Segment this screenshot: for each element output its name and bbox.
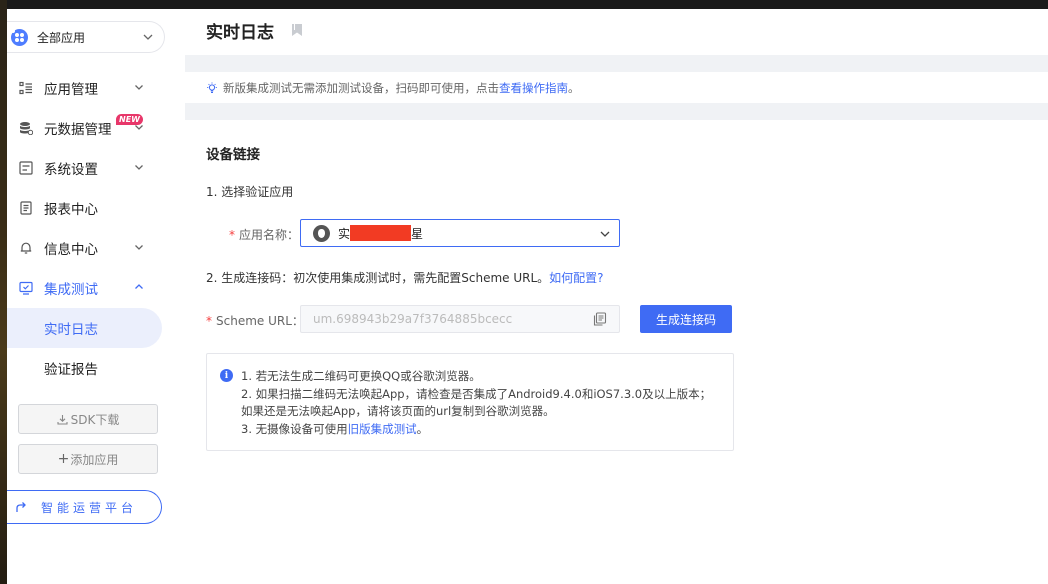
smart-ops-platform-label: 智能运营平台 <box>41 500 138 515</box>
sidebar-item-integration-test[interactable]: 集成测试 <box>7 268 185 308</box>
chevron-down-icon <box>143 34 153 40</box>
sidebar-item-label: 集成测试 <box>44 282 98 298</box>
info-line-4: 3. 无摄像设备可使用旧版集成测试。 <box>241 421 711 439</box>
scheme-url-field[interactable]: um.698943b29a7f3764885bcecc <box>300 305 620 333</box>
app-name-prefix: 实 <box>338 226 351 241</box>
sidebar-item-app-management[interactable]: 应用管理 <box>7 68 185 108</box>
top-strip <box>0 0 1048 9</box>
sidebar-item-metadata[interactable]: 元数据管理 NEW <box>7 108 185 148</box>
sidebar-subitem-label: 验证报告 <box>44 362 98 378</box>
info-box: i 1. 若无法生成二维码可更换QQ或谷歌浏览器。 2. 如果扫描二维码无法唤起… <box>206 353 734 451</box>
sidebar-item-reports[interactable]: 报表中心 <box>7 188 185 228</box>
notice-text: 新版集成测试无需添加测试设备，扫码即可使用，点击 <box>223 80 499 95</box>
app-name-label-text: 应用名称： <box>239 228 300 242</box>
app-name-select[interactable]: 实星 <box>300 219 620 247</box>
sidebar-item-label: 信息中心 <box>44 242 98 258</box>
sidebar-subitem-label: 实时日志 <box>44 322 98 338</box>
sdk-download-button[interactable]: SDK下载 <box>18 404 158 434</box>
info-icon: i <box>220 369 233 382</box>
scheme-url-label: * Scheme URL： <box>206 312 304 329</box>
sidebar-item-label: 系统设置 <box>44 162 98 178</box>
plus-icon: + <box>57 451 70 467</box>
chevron-down-icon <box>135 85 143 90</box>
sidebar-item-system-settings[interactable]: 系统设置 <box>7 148 185 188</box>
scheme-url-label-text: Scheme URL： <box>216 314 304 328</box>
report-icon <box>18 200 34 216</box>
sidebar: 全部应用 应用管理 元数据管理 NEW 系统设置 报表中心 信息中心 集成测试 … <box>7 9 185 584</box>
chevron-down-icon <box>600 231 610 237</box>
sidebar-item-label: 元数据管理 <box>44 122 112 138</box>
page-title: 实时日志 <box>206 23 274 43</box>
step2-text: 2. 生成连接码：初次使用集成测试时，需先配置Scheme URL。 <box>206 271 550 285</box>
settings-panel-icon <box>18 160 34 176</box>
sidebar-item-label: 报表中心 <box>44 202 98 218</box>
notice-suffix: 。 <box>568 80 580 95</box>
card-title: 设备链接 <box>206 147 260 163</box>
copy-icon[interactable] <box>593 312 607 326</box>
generate-code-button[interactable]: 生成连接码 <box>640 305 732 333</box>
left-edge-background <box>0 0 7 584</box>
add-app-button[interactable]: + 添加应用 <box>18 444 158 474</box>
monitor-check-icon <box>18 280 34 296</box>
step2-label: 2. 生成连接码：初次使用集成测试时，需先配置Scheme URL。如何配置? <box>206 269 604 286</box>
add-app-label: 添加应用 <box>70 452 119 467</box>
chevron-down-icon <box>135 245 143 250</box>
apple-icon <box>313 224 330 242</box>
app-selector[interactable]: 全部应用 <box>7 21 165 53</box>
required-asterisk: * <box>229 228 235 242</box>
operation-guide-link[interactable]: 查看操作指南 <box>499 80 568 96</box>
info-line-4-suffix: 。 <box>416 421 429 436</box>
sidebar-item-label: 应用管理 <box>44 82 98 98</box>
redaction-block <box>350 225 412 241</box>
info-line-1: 1. 若无法生成二维码可更换QQ或谷歌浏览器。 <box>241 369 481 383</box>
sdk-download-label: SDK下载 <box>70 412 120 427</box>
sidebar-nav: 应用管理 元数据管理 NEW 系统设置 报表中心 信息中心 集成测试 实时日志 … <box>7 68 185 388</box>
info-line-3: 如果还是无法唤起App，请将该页面的url复制到谷歌浏览器。 <box>241 404 555 418</box>
info-line-2: 2. 如果扫描二维码无法唤起App，请检查是否集成了Android9.4.0和i… <box>241 386 712 401</box>
bell-icon <box>18 240 34 256</box>
database-icon <box>18 120 34 136</box>
download-icon <box>57 414 68 425</box>
smart-ops-platform-button[interactable]: 智能运营平台 <box>7 490 162 524</box>
lightbulb-icon <box>207 82 217 93</box>
sidebar-item-messages[interactable]: 信息中心 <box>7 228 185 268</box>
required-asterisk: * <box>206 314 212 328</box>
share-arrow-icon <box>16 502 26 512</box>
sidebar-subitem-verification-report[interactable]: 验证报告 <box>7 348 185 388</box>
chevron-up-icon <box>135 284 143 289</box>
chevron-down-icon <box>135 165 143 170</box>
legacy-integration-test-link[interactable]: 旧版集成测试 <box>348 422 417 436</box>
list-icon <box>18 80 34 96</box>
scheme-url-value: um.698943b29a7f3764885bcecc <box>313 312 513 326</box>
info-lines: 1. 若无法生成二维码可更换QQ或谷歌浏览器。 2. 如果扫描二维码无法唤起Ap… <box>241 368 711 438</box>
chevron-down-icon <box>135 125 143 130</box>
device-link-card: 设备链接 1. 选择验证应用 * 应用名称： 实星 2. 生成连接码：初次使用集成… <box>185 120 1048 584</box>
page-header: 实时日志 <box>185 9 1048 55</box>
app-name-label: * 应用名称： <box>229 226 299 243</box>
app-name-suffix: 星 <box>411 226 424 241</box>
bookmark-icon[interactable] <box>291 23 303 37</box>
notice-bar: 新版集成测试无需添加测试设备，扫码即可使用，点击 查看操作指南 。 <box>185 72 1048 103</box>
how-to-configure-link[interactable]: 如何配置? <box>549 271 603 285</box>
app-grid-icon <box>11 28 28 46</box>
app-selector-label: 全部应用 <box>37 30 86 45</box>
sidebar-subitem-realtime-log[interactable]: 实时日志 <box>7 308 162 348</box>
info-line-4-text: 3. 无摄像设备可使用 <box>241 421 348 436</box>
step1-label: 1. 选择验证应用 <box>206 185 294 199</box>
